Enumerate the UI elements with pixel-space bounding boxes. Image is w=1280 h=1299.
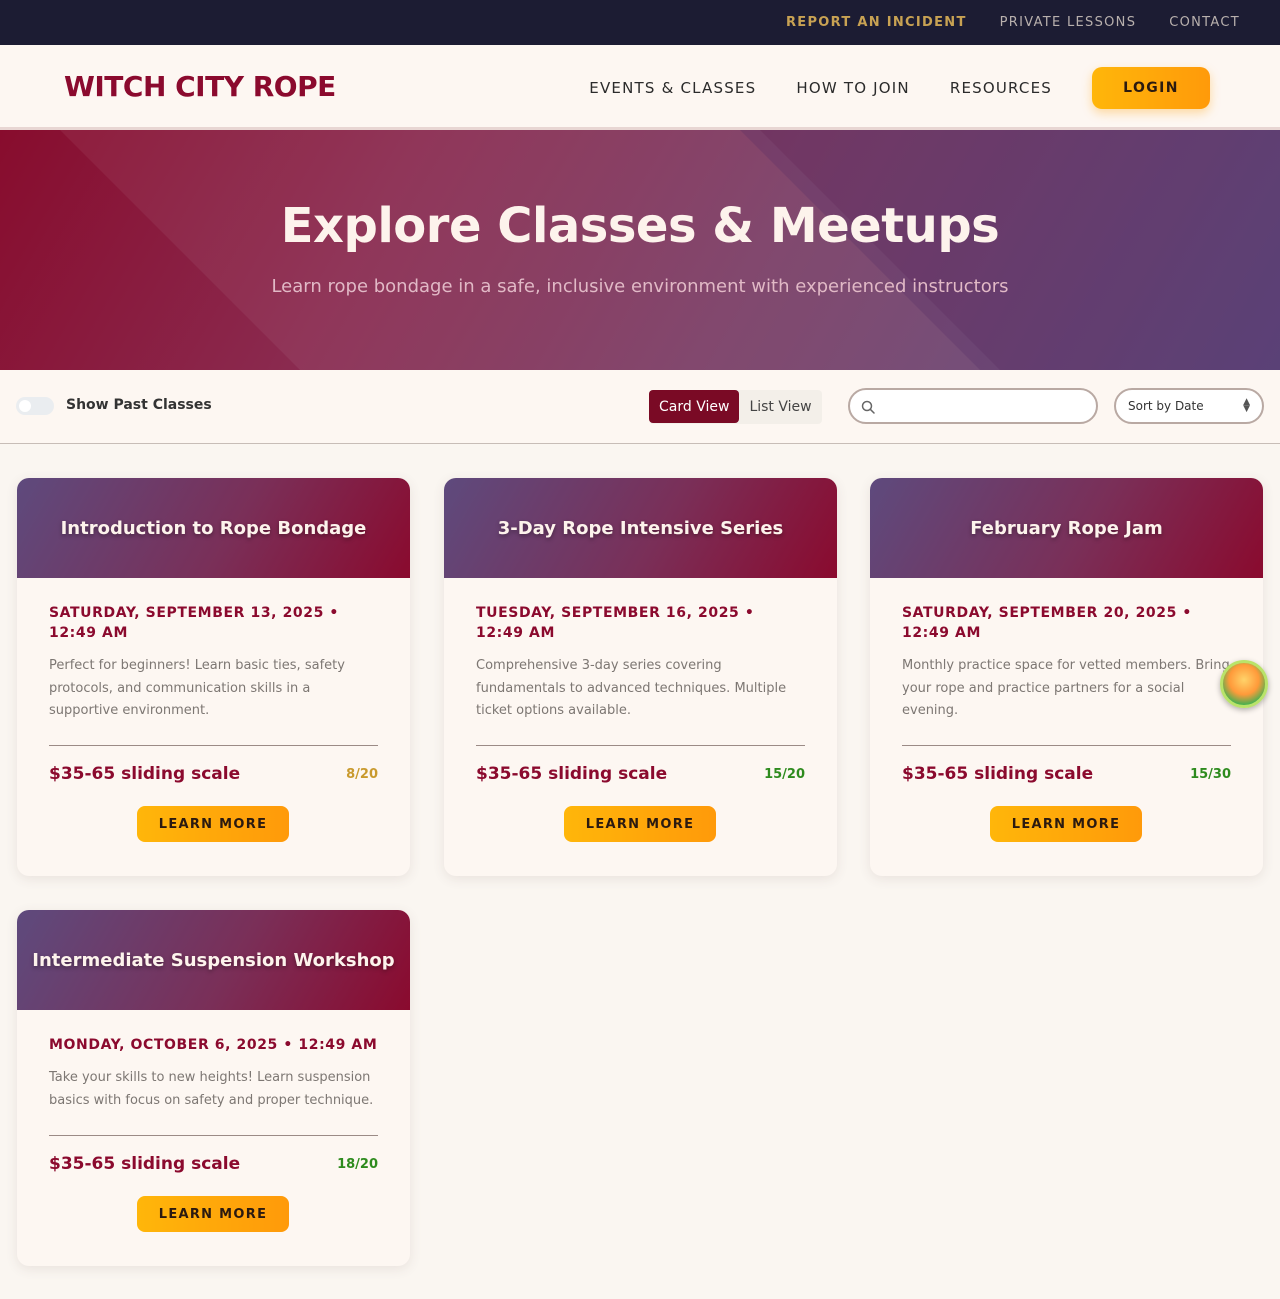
event-price: $35-65 sliding scale bbox=[902, 764, 1094, 784]
page-title: Explore Classes & Meetups bbox=[280, 198, 1000, 254]
search-icon bbox=[861, 399, 875, 418]
toggle-knob bbox=[19, 400, 31, 412]
private-lessons-link[interactable]: PRIVATE LESSONS bbox=[1000, 15, 1137, 30]
event-capacity: 15/20 bbox=[764, 767, 805, 782]
event-title[interactable]: 3-Day Rope Intensive Series bbox=[498, 518, 784, 539]
card-divider bbox=[476, 745, 805, 746]
event-price: $35-65 sliding scale bbox=[49, 1154, 241, 1174]
event-card: Introduction to Rope Bondage SATURDAY, S… bbox=[17, 478, 410, 876]
event-card-body: SATURDAY, SEPTEMBER 20, 2025 • 12:49 AM … bbox=[870, 578, 1263, 723]
show-past-toggle[interactable] bbox=[16, 397, 54, 415]
event-price: $35-65 sliding scale bbox=[49, 764, 241, 784]
learn-more-button[interactable]: LEARN MORE bbox=[137, 806, 289, 842]
event-title[interactable]: February Rope Jam bbox=[970, 518, 1163, 539]
event-card-body: MONDAY, OCTOBER 6, 2025 • 12:49 AM Take … bbox=[17, 1010, 410, 1112]
floating-assistant-icon[interactable] bbox=[1220, 660, 1268, 708]
event-date: SATURDAY, SEPTEMBER 13, 2025 • 12:49 AM bbox=[49, 605, 339, 641]
card-divider bbox=[902, 745, 1231, 746]
sort-select[interactable]: Sort by Date ▲ ▼ bbox=[1114, 388, 1264, 424]
search-input[interactable] bbox=[884, 394, 1084, 418]
event-description: Comprehensive 3-day series covering fund… bbox=[476, 658, 787, 718]
site-logo[interactable]: WITCH CITY ROPE bbox=[64, 70, 336, 103]
event-capacity: 18/20 bbox=[337, 1157, 378, 1172]
report-incident-link[interactable]: REPORT AN INCIDENT bbox=[786, 15, 967, 30]
learn-more-button[interactable]: LEARN MORE bbox=[990, 806, 1142, 842]
event-card-body: SATURDAY, SEPTEMBER 13, 2025 • 12:49 AM … bbox=[17, 578, 410, 723]
event-card-header: Introduction to Rope Bondage bbox=[17, 478, 410, 578]
event-date: SATURDAY, SEPTEMBER 20, 2025 • 12:49 AM bbox=[902, 605, 1192, 641]
event-card: Intermediate Suspension Workshop MONDAY,… bbox=[17, 910, 410, 1266]
event-card: February Rope Jam SATURDAY, SEPTEMBER 20… bbox=[870, 478, 1263, 876]
sort-selected-value: Sort by Date bbox=[1128, 399, 1204, 413]
event-card-body: TUESDAY, SEPTEMBER 16, 2025 • 12:49 AM C… bbox=[444, 578, 837, 723]
card-view-button[interactable]: Card View bbox=[649, 390, 740, 423]
nav-events-classes[interactable]: EVENTS & CLASSES bbox=[589, 79, 756, 97]
learn-more-button[interactable]: LEARN MORE bbox=[564, 806, 716, 842]
event-card-header: 3-Day Rope Intensive Series bbox=[444, 478, 837, 578]
main-nav: EVENTS & CLASSES HOW TO JOIN RESOURCES L… bbox=[589, 45, 1210, 130]
card-divider bbox=[49, 745, 378, 746]
event-date: TUESDAY, SEPTEMBER 16, 2025 • 12:49 AM bbox=[476, 605, 755, 641]
event-card: 3-Day Rope Intensive Series TUESDAY, SEP… bbox=[444, 478, 837, 876]
nav-how-to-join[interactable]: HOW TO JOIN bbox=[796, 79, 910, 97]
event-description: Perfect for beginners! Learn basic ties,… bbox=[49, 658, 345, 718]
search-box bbox=[848, 388, 1098, 424]
event-price: $35-65 sliding scale bbox=[476, 764, 668, 784]
event-card-header: February Rope Jam bbox=[870, 478, 1263, 578]
event-title[interactable]: Intermediate Suspension Workshop bbox=[32, 950, 394, 971]
login-button[interactable]: LOGIN bbox=[1092, 66, 1210, 109]
main-header: WITCH CITY ROPE EVENTS & CLASSES HOW TO … bbox=[0, 45, 1280, 130]
filter-bar: Show Past Classes Card View List View So… bbox=[0, 370, 1280, 444]
event-card-header: Intermediate Suspension Workshop bbox=[17, 910, 410, 1010]
event-capacity: 8/20 bbox=[346, 767, 378, 782]
hero-banner: Explore Classes & Meetups Learn rope bon… bbox=[0, 130, 1280, 370]
list-view-button[interactable]: List View bbox=[739, 390, 821, 423]
page-subtitle: Learn rope bondage in a safe, inclusive … bbox=[271, 276, 1009, 297]
event-description: Monthly practice space for vetted member… bbox=[902, 658, 1230, 718]
contact-link[interactable]: CONTACT bbox=[1169, 15, 1240, 30]
event-description: Take your skills to new heights! Learn s… bbox=[49, 1070, 374, 1108]
show-past-label: Show Past Classes bbox=[66, 397, 212, 413]
learn-more-button[interactable]: LEARN MORE bbox=[137, 1196, 289, 1232]
event-capacity: 15/30 bbox=[1190, 767, 1231, 782]
card-divider bbox=[49, 1135, 378, 1136]
nav-resources[interactable]: RESOURCES bbox=[950, 79, 1052, 97]
event-title[interactable]: Introduction to Rope Bondage bbox=[61, 518, 367, 539]
view-switcher: Card View List View bbox=[649, 390, 822, 424]
chevron-up-down-icon: ▲ ▼ bbox=[1243, 397, 1250, 414]
utility-bar: REPORT AN INCIDENT PRIVATE LESSONS CONTA… bbox=[0, 0, 1280, 45]
event-date: MONDAY, OCTOBER 6, 2025 • 12:49 AM bbox=[49, 1037, 378, 1053]
